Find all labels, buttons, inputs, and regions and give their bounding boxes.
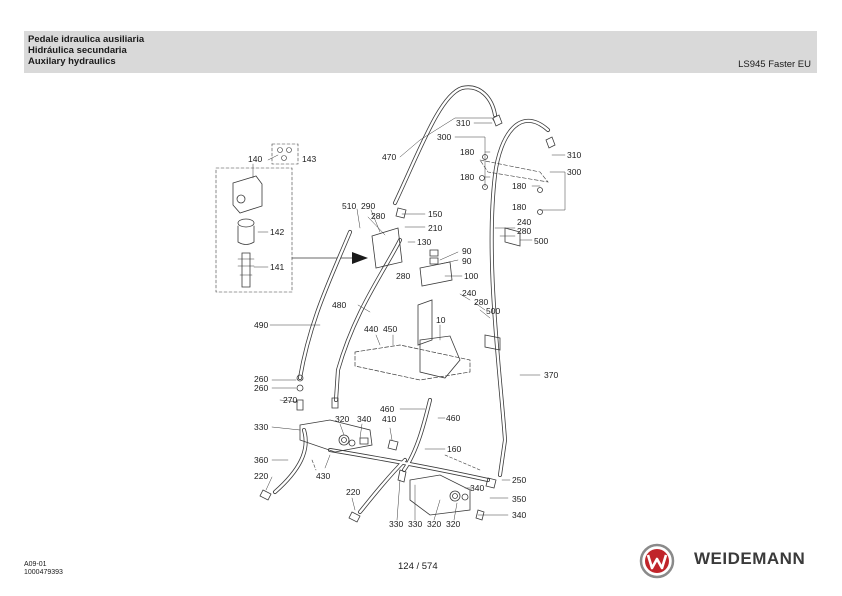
bracket-left	[299, 419, 373, 453]
hose-480	[334, 238, 402, 402]
pedal-mount-plate	[354, 344, 471, 381]
callout: 470	[382, 152, 396, 162]
callout: 340	[470, 483, 484, 493]
page-number: 124 / 574	[398, 561, 438, 572]
direction-arrow	[352, 252, 368, 264]
brand-name: WEIDEMANN	[694, 549, 806, 568]
callout: 430	[316, 471, 330, 481]
callout: 300	[567, 167, 581, 177]
callout: 140	[248, 154, 262, 164]
weidemann-w-logo-icon	[639, 543, 675, 584]
doc-code: A09-01	[24, 561, 47, 568]
callout: 320	[427, 519, 441, 529]
callout: 290	[361, 201, 375, 211]
callout: 180	[460, 172, 474, 182]
callout: 150	[428, 209, 442, 219]
callout: 180	[512, 202, 526, 212]
callout: 180	[512, 181, 526, 191]
callout: 310	[456, 118, 470, 128]
callout: 350	[512, 494, 526, 504]
cartridge-valve	[241, 252, 251, 288]
callout: 460	[446, 413, 460, 423]
callout: 450	[383, 324, 397, 334]
callout: 141	[270, 262, 284, 272]
callout: 280	[371, 211, 385, 221]
hose-470	[393, 85, 497, 205]
callout: 510	[342, 201, 356, 211]
callout: 270	[283, 395, 297, 405]
callout: 440	[364, 324, 378, 334]
callout: 500	[486, 306, 500, 316]
callout: 280	[517, 226, 531, 236]
callout: 370	[544, 370, 558, 380]
callout: 320	[446, 519, 460, 529]
solenoid-coil	[237, 225, 255, 245]
doc-number: 1000479393	[24, 569, 63, 576]
bracket-bottom	[409, 474, 471, 516]
callout: 300	[437, 132, 451, 142]
callout: 330	[254, 422, 268, 432]
hose-460	[402, 398, 432, 472]
callout: 500	[534, 236, 548, 246]
hydraulics-exploded-diagram: 140 143 142 141 510 290 280 150 210 130 …	[215, 85, 581, 529]
callout: 320	[335, 414, 349, 424]
callout: 330	[389, 519, 403, 529]
callout: 130	[417, 237, 431, 247]
callout: 460	[380, 404, 394, 414]
callout: 280	[396, 271, 410, 281]
callout: 220	[346, 487, 360, 497]
manifold-100	[419, 261, 453, 287]
seal-kit-frame	[271, 143, 299, 165]
callout: 10	[436, 315, 446, 325]
callout: 220	[254, 471, 268, 481]
pedal-plate	[417, 299, 433, 346]
callout: 410	[382, 414, 396, 424]
callout: 100	[464, 271, 478, 281]
valve-block	[232, 175, 263, 214]
callout: 330	[408, 519, 422, 529]
callout: 490	[254, 320, 268, 330]
callout: 160	[447, 444, 461, 454]
callout: 250	[512, 475, 526, 485]
callout: 260	[254, 383, 268, 393]
callout: 480	[332, 300, 346, 310]
callout: 360	[254, 455, 268, 465]
callout: 340	[357, 414, 371, 424]
callout: 143	[302, 154, 316, 164]
callout: 210	[428, 223, 442, 233]
callout: 90	[462, 246, 472, 256]
callout: 180	[460, 147, 474, 157]
callout: 310	[567, 150, 581, 160]
callout: 90	[462, 256, 472, 266]
callout: 142	[270, 227, 284, 237]
callout: 340	[512, 510, 526, 520]
